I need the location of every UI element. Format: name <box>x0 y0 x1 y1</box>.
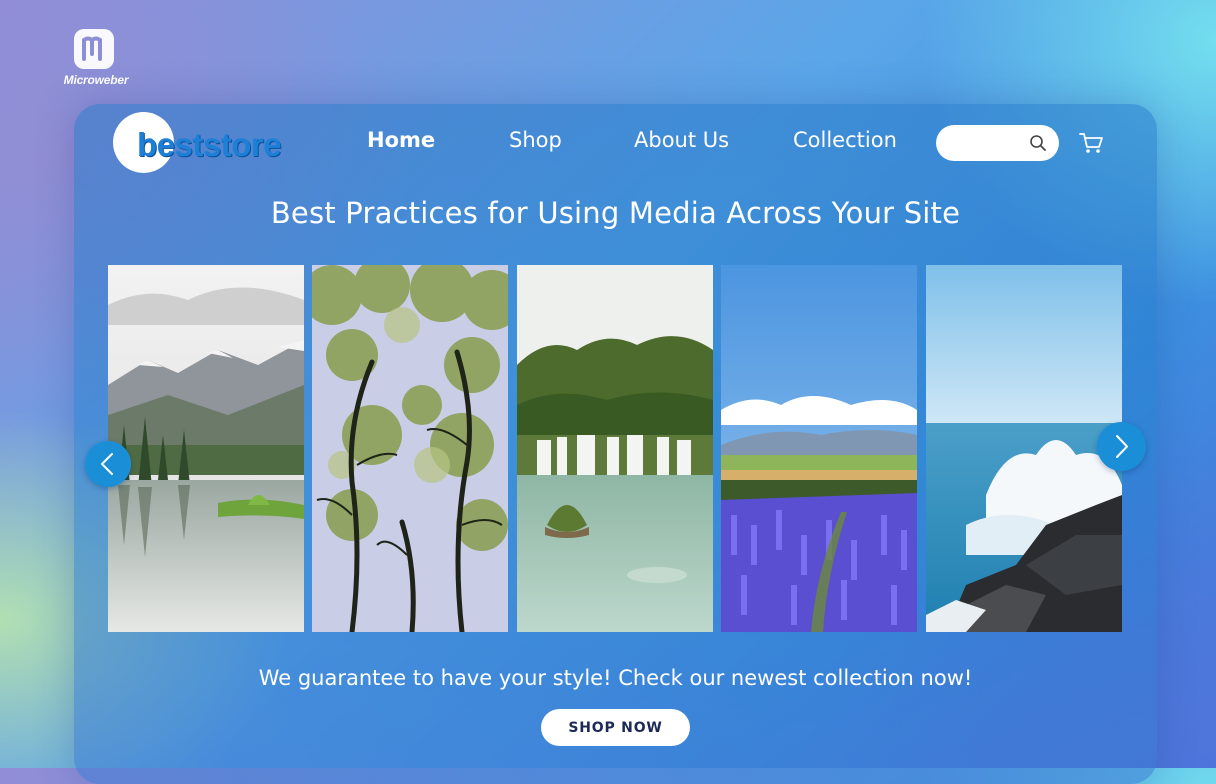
carousel-next-button[interactable] <box>1097 422 1146 471</box>
carousel-slide[interactable] <box>108 265 304 632</box>
chevron-left-icon <box>101 453 113 475</box>
store-logo-text: beststore <box>137 126 282 163</box>
carousel-slide[interactable] <box>926 265 1122 632</box>
lavender-field-image <box>721 265 917 632</box>
hero-title: Best Practices for Using Media Across Yo… <box>270 196 961 230</box>
tree-canopy-image <box>312 265 508 632</box>
cart-icon[interactable] <box>1078 130 1104 156</box>
search-icon[interactable] <box>1029 134 1047 152</box>
microweber-wordmark: Microweber <box>63 73 129 87</box>
microweber-logo-icon <box>74 29 114 69</box>
waterfall-image <box>517 265 713 632</box>
hero-panel: beststore Home Shop About Us Collection … <box>74 104 1157 784</box>
carousel-slide[interactable] <box>312 265 508 632</box>
nav-shop[interactable]: Shop <box>509 128 562 152</box>
microweber-logo[interactable]: Microweber <box>56 26 136 90</box>
carousel-slide[interactable] <box>517 265 713 632</box>
image-carousel <box>108 265 1122 632</box>
nav-about-us[interactable]: About Us <box>634 128 729 152</box>
carousel-prev-button[interactable] <box>85 441 131 487</box>
chevron-right-icon <box>1116 435 1128 458</box>
navigation-bar: beststore Home Shop About Us Collection <box>74 104 1157 184</box>
search-input[interactable] <box>948 131 1028 157</box>
mountain-lake-image <box>108 265 304 632</box>
store-logo[interactable]: beststore <box>113 112 313 174</box>
hero-tagline: We guarantee to have your style! Check o… <box>258 666 973 690</box>
shop-now-button[interactable]: SHOP NOW <box>541 709 690 746</box>
nav-home[interactable]: Home <box>367 128 435 152</box>
carousel-slide[interactable] <box>721 265 917 632</box>
nav-collection[interactable]: Collection <box>793 128 897 152</box>
search-box <box>936 125 1059 161</box>
ocean-rocks-image <box>926 265 1122 632</box>
